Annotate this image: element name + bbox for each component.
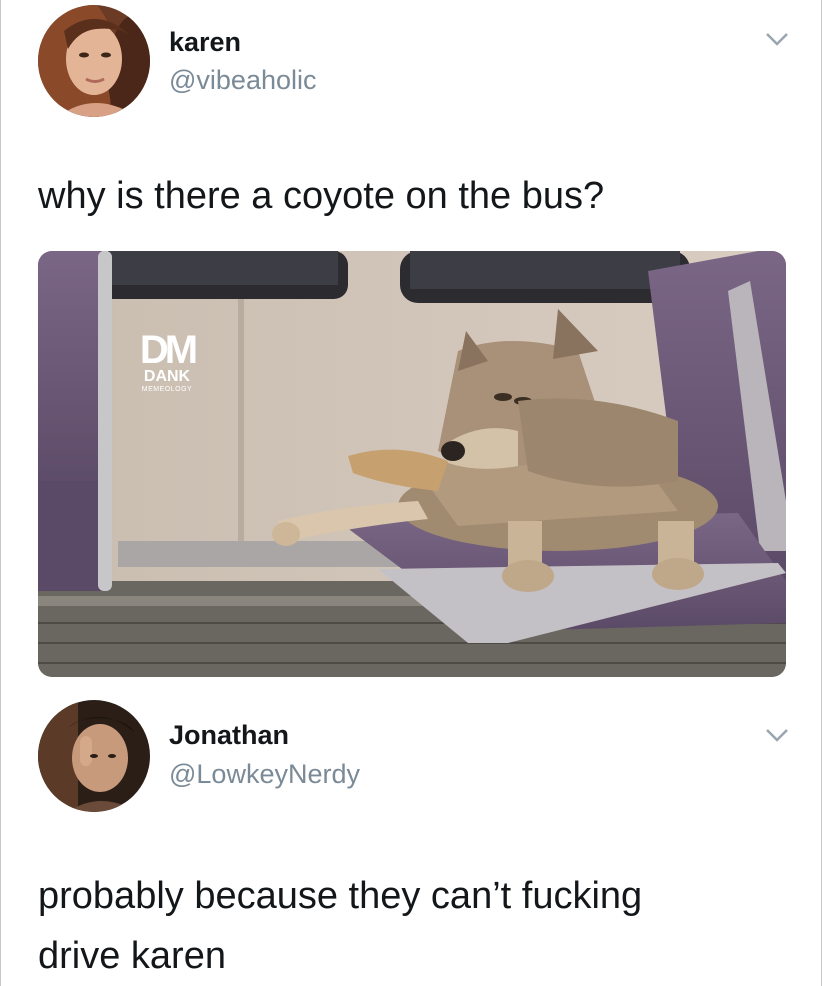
- watermark-line2: MEMEOLOGY: [141, 386, 193, 393]
- tweet-image[interactable]: DM DANK MEMEOLOGY: [38, 251, 786, 677]
- avatar[interactable]: [38, 5, 150, 117]
- watermark-logo: DM DANK MEMEOLOGY: [130, 328, 204, 394]
- display-name[interactable]: Jonathan: [169, 720, 289, 751]
- tweet-text-line-1: probably because they can’t fucking: [38, 875, 643, 917]
- user-handle[interactable]: @vibeaholic: [169, 65, 317, 96]
- coyote-photo: [38, 251, 786, 677]
- display-name[interactable]: karen: [169, 27, 241, 58]
- chevron-down-icon[interactable]: [764, 726, 790, 744]
- chevron-down-icon[interactable]: [764, 30, 790, 48]
- tweet-text-line-2: drive karen: [38, 935, 226, 977]
- tweet-jonathan: Jonathan @LowkeyNerdy probably because t…: [1, 690, 822, 986]
- avatar[interactable]: [38, 700, 150, 812]
- watermark-logo-mark: DM: [139, 328, 198, 372]
- tweet-karen: karen @vibeaholic why is there a coyote …: [1, 0, 822, 690]
- user-handle[interactable]: @LowkeyNerdy: [169, 759, 360, 790]
- tweet-text: why is there a coyote on the bus?: [38, 175, 605, 217]
